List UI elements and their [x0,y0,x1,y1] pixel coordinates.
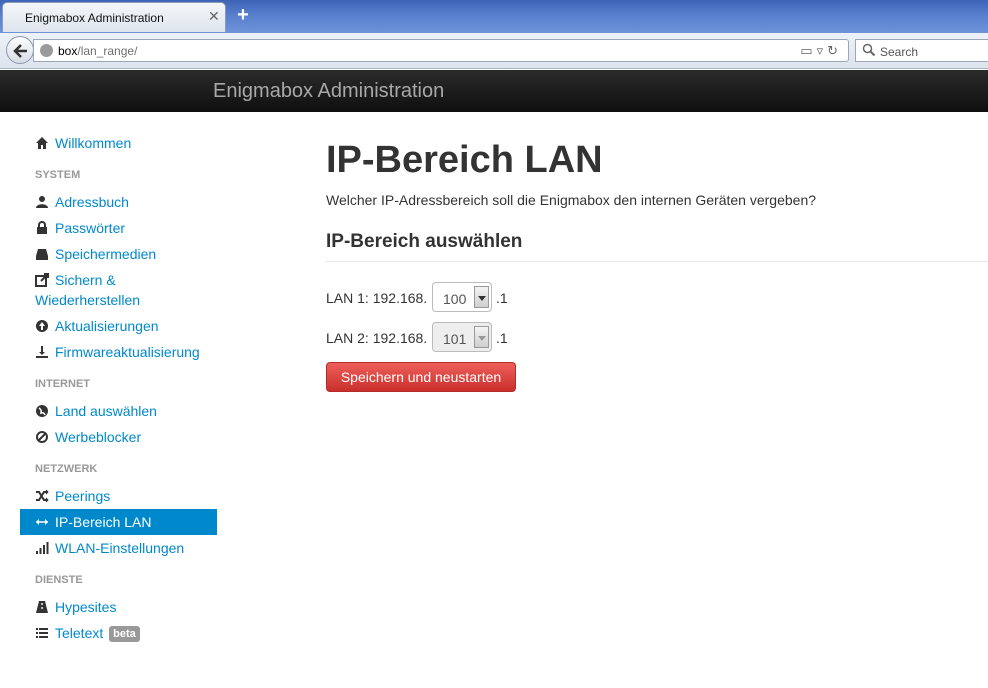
browser-nav-bar: box/lan_range/ ▭▿↻ Search [0,33,988,69]
user-icon [36,196,48,208]
share-icon [35,273,49,287]
globe-icon [40,44,53,57]
sidebar-item-speichermedien[interactable]: Speichermedien [20,241,217,267]
list-icon [36,628,48,638]
hdd-icon [36,249,48,260]
page-lead: Welcher IP-Adressbereich soll die Enigma… [326,192,817,208]
lan2-value: 101 [443,331,467,347]
sidebar-item-land-auswaehlen[interactable]: Land auswählen [20,398,217,424]
download-icon [36,346,48,358]
search-bar[interactable]: Search [855,39,988,62]
nav-header-dienste: DIENSTE [35,574,83,586]
lan1-value: 100 [443,291,467,307]
address-bar-url[interactable]: box/lan_range/ [58,44,137,58]
sidebar-item-aktualisierungen[interactable]: Aktualisierungen [20,313,217,339]
lan2-label: LAN 2: 192.168. [326,330,428,346]
sidebar-item-passwoerter[interactable]: Passwörter [20,215,217,241]
sidebar-item-peerings[interactable]: Peerings [20,483,217,509]
nav-header-internet: INTERNET [35,378,90,390]
page-title: IP-Bereich LAN [326,139,603,181]
sidebar-item-sichern-wiederherstellen[interactable]: Sichern & Wiederherstellen [20,267,217,313]
sidebar-item-wlan-einstellungen[interactable]: WLAN-Einstellungen [20,535,217,561]
globe-icon [36,405,48,417]
search-icon [862,43,876,57]
save-and-restart-button[interactable]: Speichern und neustarten [326,362,516,392]
sidebar-item-hypesites[interactable]: Hypesites [20,594,217,620]
back-arrow-icon [13,44,27,58]
home-icon [36,137,48,149]
close-tab-icon[interactable]: ✕ [208,9,220,23]
lock-icon [37,221,47,234]
back-button[interactable] [6,36,34,64]
road-icon [36,601,48,613]
lan2-select[interactable]: 101 [432,322,492,352]
lan1-select[interactable]: 100 [432,282,492,312]
browser-tab-title: Enigmabox Administration [25,11,164,25]
new-tab-icon[interactable]: + [233,5,253,25]
chevron-down-icon[interactable] [474,326,489,348]
lan1-suffix: .1 [496,290,508,306]
brand-title[interactable]: Enigmabox Administration [213,80,444,103]
lan2-suffix: .1 [496,330,508,346]
resize-horizontal-icon [36,519,48,525]
browser-tab[interactable]: Enigmabox Administration ✕ [2,2,226,32]
sidebar-item-werbeblocker[interactable]: Werbeblocker [20,424,217,450]
circle-arrow-up-icon [36,320,48,332]
sidebar-item-willkommen[interactable]: Willkommen [20,130,217,156]
sidebar-item-adressbuch[interactable]: Adressbuch [20,189,217,215]
random-icon [36,489,49,503]
ban-icon [36,431,48,443]
section-heading: IP-Bereich auswählen [326,231,523,252]
sidebar-item-teletext[interactable]: Teletext beta [20,620,217,646]
address-bar[interactable]: box/lan_range/ ▭▿↻ [33,39,849,62]
lan1-label: LAN 1: 192.168. [326,290,428,306]
chevron-down-icon[interactable] [474,286,489,308]
nav-header-netzwerk: NETZWERK [35,463,98,475]
site-header: Enigmabox Administration [0,70,988,112]
section-divider [326,261,988,262]
browser-tab-bar: Enigmabox Administration ✕ + [0,0,988,33]
sidebar-item-ip-bereich-lan[interactable]: IP-Bereich LAN [20,509,217,535]
sidebar-item-firmwareaktualisierung[interactable]: Firmwareaktualisierung [20,339,217,365]
beta-badge: beta [109,626,140,642]
search-placeholder: Search [880,45,919,59]
signal-icon [36,542,49,554]
nav-header-system: SYSTEM [35,169,81,181]
reader-bookmark-reload-icons[interactable]: ▭▿↻ [800,43,842,59]
sidebar-nav: Willkommen SYSTEM Adressbuch Passwörter … [20,130,217,646]
